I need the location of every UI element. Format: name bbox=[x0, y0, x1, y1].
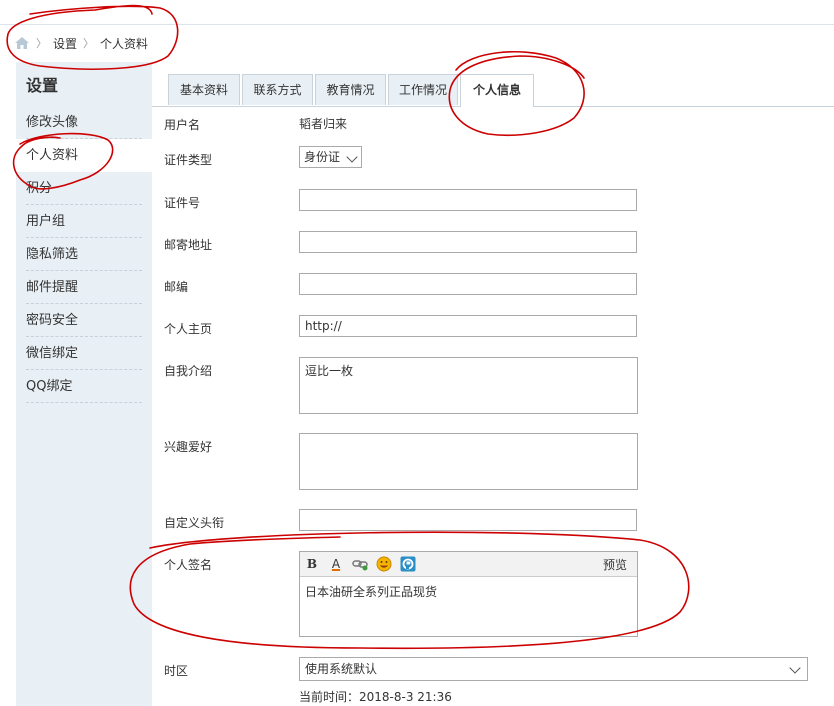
timezone-value: 使用系统默认 bbox=[305, 662, 378, 676]
current-time: 当前时间：2018-8-3 21:36 bbox=[299, 690, 452, 704]
bio-textarea[interactable]: 逗比一枚 bbox=[299, 357, 638, 414]
chevron-down-icon bbox=[346, 151, 358, 163]
preview-button[interactable]: 预览 bbox=[603, 556, 627, 573]
signature-content[interactable]: 日本油研全系列正品现货 bbox=[305, 583, 437, 600]
custom-title-input[interactable] bbox=[299, 509, 637, 531]
zipcode-label: 邮编 bbox=[164, 280, 189, 294]
homepage-label: 个人主页 bbox=[164, 322, 213, 336]
bold-button[interactable]: B bbox=[304, 556, 320, 572]
signature-label: 个人签名 bbox=[164, 558, 213, 572]
home-icon[interactable] bbox=[14, 36, 30, 50]
tab-basic[interactable]: 基本资料 bbox=[168, 74, 240, 105]
hobbies-textarea[interactable] bbox=[299, 433, 638, 490]
chevron-right-icon: 〉 bbox=[83, 37, 95, 50]
sidebar-item-qq[interactable]: QQ绑定 bbox=[16, 370, 152, 403]
breadcrumb: 〉 设置 〉 个人资料 bbox=[14, 34, 148, 52]
tab-contact[interactable]: 联系方式 bbox=[242, 74, 313, 105]
id-type-select[interactable]: 身份证 bbox=[299, 146, 362, 168]
custom-title-label: 自定义头衔 bbox=[164, 516, 225, 530]
editor-toolbar: B A 预览 bbox=[300, 552, 637, 577]
sidebar-item-password[interactable]: 密码安全 bbox=[16, 304, 152, 337]
link-icon[interactable] bbox=[352, 556, 368, 572]
hobbies-label: 兴趣爱好 bbox=[164, 440, 213, 454]
sidebar-item-avatar[interactable]: 修改头像 bbox=[16, 106, 152, 139]
id-type-value: 身份证 bbox=[304, 150, 341, 164]
breadcrumb-settings-link[interactable]: 设置 bbox=[53, 35, 77, 52]
id-number-input[interactable] bbox=[299, 189, 637, 211]
sidebar-item-usergroup[interactable]: 用户组 bbox=[16, 205, 152, 238]
tab-education[interactable]: 教育情况 bbox=[315, 74, 386, 105]
zipcode-input[interactable] bbox=[299, 273, 637, 295]
sidebar-item-email-notify[interactable]: 邮件提醒 bbox=[16, 271, 152, 304]
sidebar-item-privacy[interactable]: 隐私筛选 bbox=[16, 238, 152, 271]
smiley-icon[interactable] bbox=[376, 556, 392, 572]
tab-work[interactable]: 工作情况 bbox=[388, 74, 458, 105]
timezone-select[interactable]: 使用系统默认 bbox=[299, 657, 808, 681]
sidebar-item-wechat[interactable]: 微信绑定 bbox=[16, 337, 152, 370]
sidebar-title: 设置 bbox=[26, 76, 59, 95]
tab-personal[interactable]: 个人信息 bbox=[460, 74, 534, 107]
username-value: 韬者归来 bbox=[299, 117, 348, 131]
font-color-button[interactable]: A bbox=[328, 556, 344, 572]
address-label: 邮寄地址 bbox=[164, 238, 213, 252]
profile-tabs: 基本资料 联系方式 教育情况 工作情况 个人信息 bbox=[152, 72, 834, 107]
sidebar-item-credits[interactable]: 积分 bbox=[16, 172, 152, 205]
sidebar-item-profile[interactable]: 个人资料 bbox=[16, 139, 152, 172]
chevron-right-icon: 〉 bbox=[36, 37, 47, 50]
signature-editor[interactable]: B A 预览 日本油研全系列正品现货 bbox=[299, 551, 638, 637]
image-icon[interactable] bbox=[400, 556, 416, 572]
sidebar-menu: 修改头像 个人资料 积分 用户组 隐私筛选 邮件提醒 密码安全 微信绑定 QQ绑… bbox=[16, 106, 152, 403]
timezone-label: 时区 bbox=[164, 664, 189, 678]
id-number-label: 证件号 bbox=[164, 196, 201, 210]
bio-label: 自我介绍 bbox=[164, 364, 213, 378]
username-label: 用户名 bbox=[164, 118, 201, 132]
sidebar: 设置 修改头像 个人资料 积分 用户组 隐私筛选 邮件提醒 密码安全 微信绑定 … bbox=[16, 62, 152, 706]
homepage-input[interactable]: http:// bbox=[299, 315, 637, 337]
chevron-down-icon bbox=[789, 662, 801, 674]
id-type-label: 证件类型 bbox=[164, 153, 213, 167]
address-input[interactable] bbox=[299, 231, 637, 253]
breadcrumb-current: 个人资料 bbox=[100, 36, 149, 51]
top-divider bbox=[0, 24, 834, 25]
